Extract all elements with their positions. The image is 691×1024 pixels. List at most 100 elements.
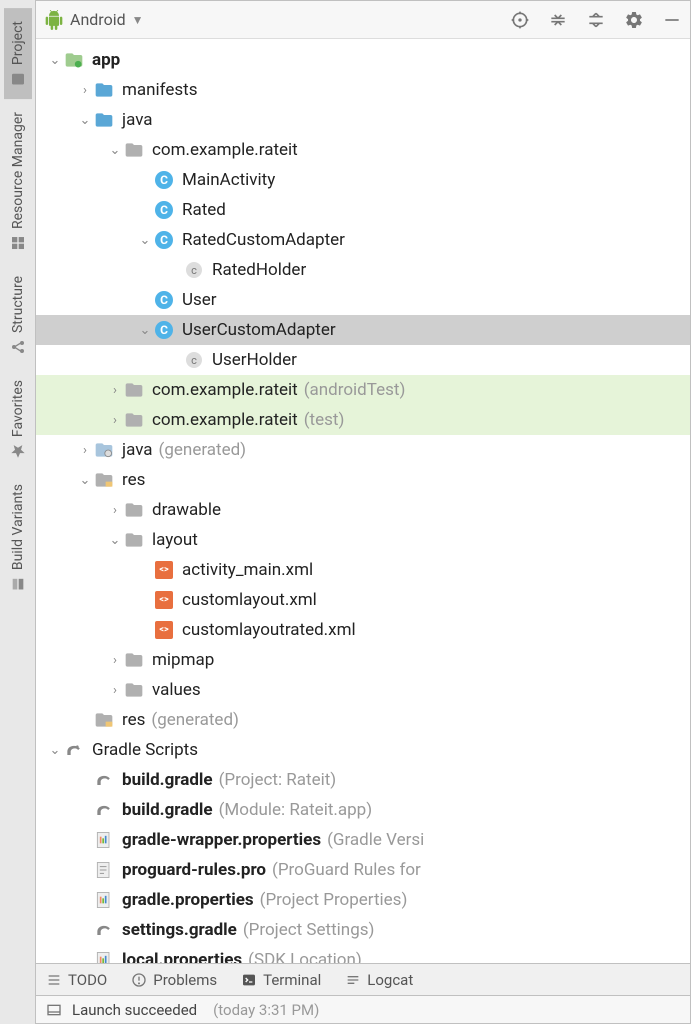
properties-file-icon <box>94 830 114 850</box>
project-toolbar: Android ▼ <box>36 1 690 39</box>
tree-label: User <box>182 290 217 310</box>
problems-icon <box>131 972 147 988</box>
tree-label: values <box>152 680 201 700</box>
tree-node-values[interactable]: › values <box>36 675 690 705</box>
tree-suffix: (Gradle Versi <box>327 830 424 850</box>
tree-suffix: (ProGuard Rules for <box>272 860 421 880</box>
sidebar-tab-resource-manager[interactable]: Resource Manager <box>4 99 32 263</box>
tree-node-userholder[interactable]: c UserHolder <box>36 345 690 375</box>
tree-label: UserCustomAdapter <box>182 320 336 340</box>
tree-node-mipmap[interactable]: › mipmap <box>36 645 690 675</box>
gear-icon[interactable] <box>624 10 644 30</box>
expand-icon[interactable] <box>586 10 606 30</box>
tree-label: activity_main.xml <box>182 560 313 580</box>
tree-suffix: (Project Settings) <box>243 920 375 940</box>
text-file-icon <box>94 860 114 880</box>
tree-node-customlayoutrated[interactable]: <> customlayoutrated.xml <box>36 615 690 645</box>
locate-icon[interactable] <box>510 10 530 30</box>
tree-node-manifests[interactable]: › manifests <box>36 75 690 105</box>
bottom-tab-problems[interactable]: Problems <box>131 971 217 989</box>
tree-node-local-properties[interactable]: local.properties (SDK Location) <box>36 945 690 963</box>
status-bar: Launch succeeded (today 3:31 PM) <box>36 995 690 1023</box>
tree-label: mipmap <box>152 650 214 670</box>
left-sidebar: Project Resource Manager Structure Favor… <box>0 0 36 1024</box>
class-icon: C <box>155 321 173 339</box>
sidebar-label-project: Project <box>10 21 26 65</box>
tree-label: RatedCustomAdapter <box>182 230 345 250</box>
folder-icon <box>94 110 114 130</box>
tree-node-mainactivity[interactable]: C MainActivity <box>36 165 690 195</box>
tree-suffix: (androidTest) <box>304 380 406 400</box>
bottom-tab-label: Terminal <box>263 971 321 989</box>
minimize-icon[interactable] <box>662 10 682 30</box>
tree-node-gradle-properties[interactable]: gradle.properties (Project Properties) <box>36 885 690 915</box>
tree-node-settings-gradle[interactable]: settings.gradle (Project Settings) <box>36 915 690 945</box>
sidebar-tab-favorites[interactable]: Favorites <box>4 367 32 471</box>
xml-file-icon: <> <box>155 621 173 639</box>
project-tree[interactable]: ⌄ app › manifests ⌄ java ⌄ com.example.r… <box>36 39 690 963</box>
tree-node-res[interactable]: ⌄ res <box>36 465 690 495</box>
bottom-tab-label: Problems <box>153 971 217 989</box>
res-generated-folder-icon <box>94 710 114 730</box>
tree-node-package[interactable]: ⌄ com.example.rateit <box>36 135 690 165</box>
tree-node-ratedcustomadapter[interactable]: ⌄ C RatedCustomAdapter <box>36 225 690 255</box>
tree-node-build-gradle-module[interactable]: build.gradle (Module: Rateit.app) <box>36 795 690 825</box>
project-panel: Android ▼ ⌄ app › manifests ⌄ <box>36 0 691 1024</box>
tree-node-java-generated[interactable]: › java (generated) <box>36 435 690 465</box>
tree-node-rated[interactable]: C Rated <box>36 195 690 225</box>
gradle-elephant-icon <box>64 740 84 760</box>
collapse-icon[interactable] <box>548 10 568 30</box>
package-folder-icon <box>124 140 144 160</box>
tree-node-layout[interactable]: ⌄ layout <box>36 525 690 555</box>
tree-node-usercustomadapter[interactable]: ⌄ C UserCustomAdapter <box>36 315 690 345</box>
tree-node-customlayout[interactable]: <> customlayout.xml <box>36 585 690 615</box>
folder-icon <box>124 650 144 670</box>
tree-label: layout <box>152 530 198 550</box>
view-selector-label: Android <box>70 10 126 29</box>
folder-icon <box>94 80 114 100</box>
tree-node-proguard[interactable]: proguard-rules.pro (ProGuard Rules for <box>36 855 690 885</box>
tree-node-test[interactable]: › com.example.rateit (test) <box>36 405 690 435</box>
tree-node-user[interactable]: C User <box>36 285 690 315</box>
package-folder-icon <box>124 380 144 400</box>
status-panel-icon[interactable] <box>46 1002 62 1018</box>
tree-label: java <box>122 440 153 460</box>
todo-icon <box>46 972 62 988</box>
tree-node-ratedholder[interactable]: c RatedHolder <box>36 255 690 285</box>
sidebar-label-structure: Structure <box>10 276 26 333</box>
terminal-icon <box>241 972 257 988</box>
package-folder-icon <box>124 410 144 430</box>
sidebar-tab-structure[interactable]: Structure <box>4 263 32 367</box>
tree-node-gradle-scripts[interactable]: ⌄ Gradle Scripts <box>36 735 690 765</box>
sidebar-label-build-variants: Build Variants <box>10 484 26 570</box>
tree-label: customlayoutrated.xml <box>182 620 356 640</box>
tree-node-res-generated[interactable]: res (generated) <box>36 705 690 735</box>
tree-node-java[interactable]: ⌄ java <box>36 105 690 135</box>
tree-node-drawable[interactable]: › drawable <box>36 495 690 525</box>
tree-node-androidtest[interactable]: › com.example.rateit (androidTest) <box>36 375 690 405</box>
tree-label: local.properties <box>122 950 242 963</box>
bottom-tab-label: TODO <box>68 971 107 989</box>
gradle-file-icon <box>94 770 114 790</box>
tree-node-gradle-wrapper[interactable]: gradle-wrapper.properties (Gradle Versi <box>36 825 690 855</box>
tree-label: com.example.rateit <box>152 380 298 400</box>
tree-label: UserHolder <box>212 350 297 370</box>
bottom-tab-logcat[interactable]: Logcat <box>345 971 413 989</box>
tree-suffix: (Project Properties) <box>260 890 408 910</box>
view-selector[interactable]: Android ▼ <box>44 10 144 30</box>
tree-node-activity-main[interactable]: <> activity_main.xml <box>36 555 690 585</box>
sidebar-tab-project[interactable]: Project <box>4 8 32 99</box>
tree-node-build-gradle-project[interactable]: build.gradle (Project: Rateit) <box>36 765 690 795</box>
logcat-icon <box>345 972 361 988</box>
bottom-tab-todo[interactable]: TODO <box>46 971 107 989</box>
bottom-tab-terminal[interactable]: Terminal <box>241 971 321 989</box>
tree-label: java <box>122 110 153 130</box>
resource-manager-icon <box>10 235 26 251</box>
tree-node-app[interactable]: ⌄ app <box>36 45 690 75</box>
tree-label: gradle-wrapper.properties <box>122 830 321 850</box>
sidebar-label-resource: Resource Manager <box>10 112 26 229</box>
tree-label: build.gradle <box>122 800 213 820</box>
sidebar-tab-build-variants[interactable]: Build Variants <box>4 471 32 604</box>
properties-file-icon <box>94 950 114 963</box>
class-icon: C <box>155 231 173 249</box>
